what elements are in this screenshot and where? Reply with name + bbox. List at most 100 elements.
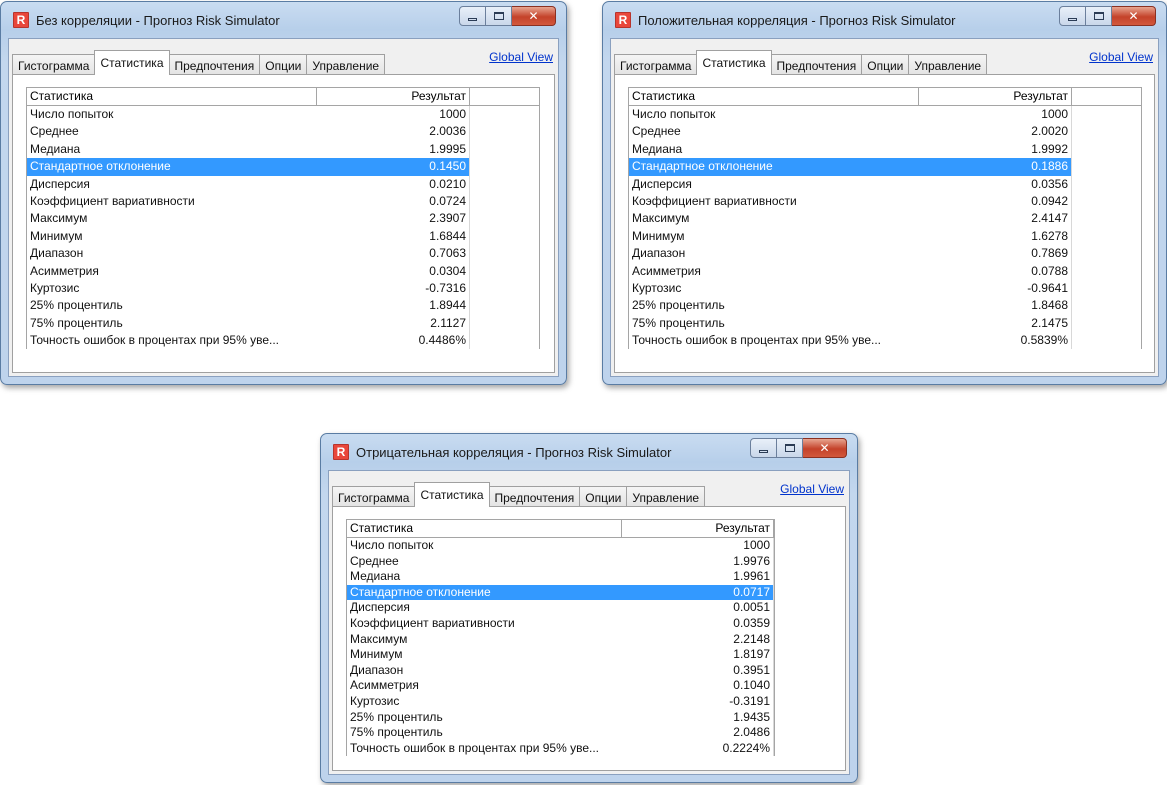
maximize-button[interactable]: [777, 438, 803, 458]
statistic-value: 1.6844: [317, 227, 470, 246]
table-row[interactable]: Стандартное отклонение 0.1450: [27, 158, 539, 176]
table-row[interactable]: Минимум 1.6278: [629, 227, 1141, 246]
table-row[interactable]: 75% процентиль 2.1475: [629, 314, 1141, 333]
risk-simulator-logo-icon[interactable]: R: [13, 12, 29, 28]
tab-statistics[interactable]: Статистика: [94, 50, 170, 75]
statistic-label: Асимметрия: [350, 678, 419, 693]
close-button[interactable]: ✕: [1112, 6, 1156, 26]
table-row[interactable]: Число попыток 1000: [347, 538, 774, 554]
table-row[interactable]: Минимум 1.8197: [347, 647, 774, 663]
title-bar[interactable]: R Без корреляции - Прогноз Risk Simulato…: [8, 2, 559, 38]
tab-histogram[interactable]: Гистограмма: [12, 54, 96, 75]
table-row[interactable]: Дисперсия 0.0210: [27, 175, 539, 193]
tab-options[interactable]: Опции: [259, 54, 308, 75]
table-row[interactable]: Медиана 1.9961: [347, 569, 774, 585]
tab-options[interactable]: Опции: [579, 486, 628, 507]
table-row[interactable]: Среднее 2.0036: [27, 123, 539, 141]
column-header-statistic[interactable]: Статистика: [629, 88, 919, 105]
table-row[interactable]: Максимум 2.2148: [347, 631, 774, 648]
minimize-button[interactable]: [459, 6, 486, 26]
table-row[interactable]: Стандартное отклонение 0.0717: [347, 584, 774, 601]
global-view-link[interactable]: Global View: [489, 50, 553, 64]
tab-preferences[interactable]: Предпочтения: [488, 486, 581, 507]
statistic-value: -0.7316: [317, 279, 470, 298]
table-row[interactable]: Асимметрия 0.0304: [27, 262, 539, 280]
title-bar[interactable]: R Отрицательная корреляция - Прогноз Ris…: [328, 434, 850, 470]
statistic-label: Стандартное отклонение: [27, 158, 317, 176]
table-row[interactable]: Диапазон 0.3951: [347, 662, 774, 679]
table-row[interactable]: Точность ошибок в процентах при 95% уве.…: [347, 740, 774, 757]
statistic-value: 1.9995: [317, 140, 470, 159]
table-row[interactable]: Коэффициент вариативности 0.0359: [347, 615, 774, 632]
table-body: Число попыток 1000 Среднее 2.0036 Медиана 1.9…: [27, 106, 539, 350]
risk-simulator-logo-icon[interactable]: R: [615, 12, 631, 28]
minimize-icon: [1068, 17, 1077, 21]
tab-statistics[interactable]: Статистика: [414, 482, 490, 507]
table-row[interactable]: Максимум 2.4147: [629, 210, 1141, 228]
maximize-button[interactable]: [1086, 6, 1112, 26]
tab-controls[interactable]: Управление: [306, 54, 386, 75]
tab-histogram[interactable]: Гистограмма: [614, 54, 698, 75]
statistic-label: 75% процентиль: [30, 315, 123, 330]
column-header-statistic[interactable]: Статистика: [347, 520, 622, 537]
statistic-value: 1.8197: [622, 647, 774, 663]
column-header-result[interactable]: Результат: [919, 88, 1072, 105]
statistic-value: 0.0304: [317, 262, 470, 280]
table-row[interactable]: Стандартное отклонение 0.1886: [629, 158, 1141, 176]
table-row[interactable]: Число попыток 1000: [27, 106, 539, 124]
table-row[interactable]: Минимум 1.6844: [27, 227, 539, 246]
tab-strip: Гистограмма Статистика Предпочтения Опци…: [614, 50, 988, 75]
table-row[interactable]: Точность ошибок в процентах при 95% уве.…: [629, 332, 1141, 350]
statistic-value: 0.0717: [622, 584, 774, 601]
table-row[interactable]: Медиана 1.9995: [27, 140, 539, 159]
table-row[interactable]: Коэффициент вариативности 0.0942: [629, 192, 1141, 211]
table-header: Статистика Результат: [347, 520, 774, 538]
client-area: Гистограмма Статистика Предпочтения Опци…: [610, 38, 1159, 377]
statistic-label: Число попыток: [30, 107, 114, 121]
table-row[interactable]: 25% процентиль 1.8944: [27, 297, 539, 315]
global-view-link[interactable]: Global View: [1089, 50, 1153, 64]
close-button[interactable]: ✕: [512, 6, 556, 26]
table-row[interactable]: Диапазон 0.7869: [629, 245, 1141, 263]
table-row[interactable]: Максимум 2.3907: [27, 210, 539, 228]
table-row[interactable]: Среднее 2.0020: [629, 123, 1141, 141]
statistic-value: 2.2148: [622, 631, 774, 648]
table-row[interactable]: Число попыток 1000: [629, 106, 1141, 124]
table-row[interactable]: Среднее 1.9976: [347, 553, 774, 570]
table-row[interactable]: Дисперсия 0.0356: [629, 175, 1141, 193]
global-view-link[interactable]: Global View: [780, 482, 844, 496]
table-row[interactable]: Асимметрия 0.0788: [629, 262, 1141, 280]
maximize-button[interactable]: [486, 6, 512, 26]
table-row[interactable]: Диапазон 0.7063: [27, 245, 539, 263]
table-row[interactable]: Куртозис -0.3191: [347, 693, 774, 710]
minimize-button[interactable]: [1059, 6, 1086, 26]
table-row[interactable]: Куртозис -0.7316: [27, 279, 539, 298]
table-row[interactable]: 25% процентиль 1.9435: [347, 709, 774, 726]
minimize-button[interactable]: [750, 438, 777, 458]
risk-simulator-logo-icon[interactable]: R: [333, 444, 349, 460]
statistic-value: 1.8944: [317, 297, 470, 315]
column-header-result[interactable]: Результат: [317, 88, 470, 105]
column-header-result[interactable]: Результат: [622, 520, 774, 537]
table-row[interactable]: 25% процентиль 1.8468: [629, 297, 1141, 315]
table-row[interactable]: Асимметрия 0.1040: [347, 678, 774, 694]
tab-preferences[interactable]: Предпочтения: [168, 54, 261, 75]
column-header-statistic[interactable]: Статистика: [27, 88, 317, 105]
table-row[interactable]: Медиана 1.9992: [629, 140, 1141, 159]
table-row[interactable]: 75% процентиль 2.0486: [347, 725, 774, 741]
close-button[interactable]: ✕: [803, 438, 847, 458]
table-row[interactable]: Куртозис -0.9641: [629, 279, 1141, 298]
table-row[interactable]: Точность ошибок в процентах при 95% уве.…: [27, 332, 539, 350]
tab-controls[interactable]: Управление: [908, 54, 988, 75]
tab-histogram[interactable]: Гистограмма: [332, 486, 416, 507]
title-bar[interactable]: R Положительная корреляция - Прогноз Ris…: [610, 2, 1159, 38]
statistic-label: Куртозис: [632, 280, 682, 295]
statistic-label: Медиана: [30, 141, 81, 156]
tab-preferences[interactable]: Предпочтения: [770, 54, 863, 75]
tab-controls[interactable]: Управление: [626, 486, 706, 507]
table-row[interactable]: Дисперсия 0.0051: [347, 600, 774, 616]
tab-statistics[interactable]: Статистика: [696, 50, 772, 75]
table-row[interactable]: Коэффициент вариативности 0.0724: [27, 192, 539, 211]
table-row[interactable]: 75% процентиль 2.1127: [27, 314, 539, 333]
tab-options[interactable]: Опции: [861, 54, 910, 75]
